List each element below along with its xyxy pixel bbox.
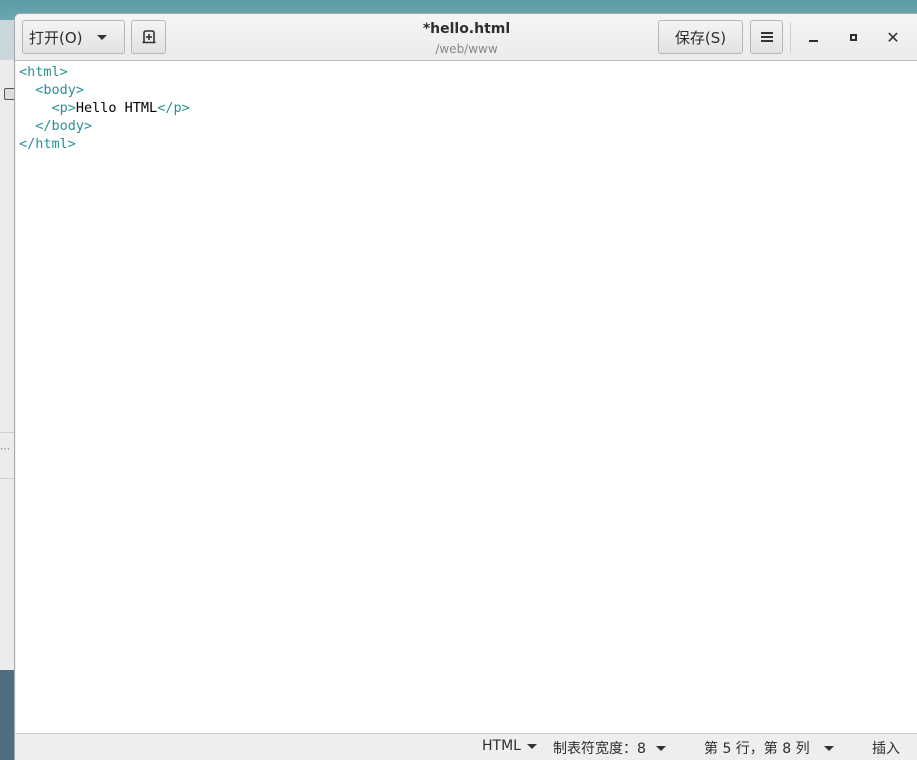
code-tag: <body>	[35, 82, 85, 98]
code-tag: </body>	[35, 118, 93, 134]
save-button[interactable]: 保存(S)	[658, 20, 743, 54]
close-button[interactable]: ✕	[882, 26, 904, 48]
chevron-down-icon	[655, 745, 666, 751]
code-tag: <p>	[51, 100, 76, 116]
minimize-icon	[808, 40, 818, 42]
minimize-button[interactable]	[802, 26, 824, 48]
code-tag: </html>	[19, 136, 76, 152]
maximize-button[interactable]	[842, 26, 864, 48]
chevron-down-icon	[823, 745, 834, 751]
code-line: </html>	[19, 135, 917, 153]
language-selector[interactable]: HTML	[482, 738, 537, 754]
language-label: HTML	[482, 738, 521, 754]
header-bar: 打开(O) *hello.html /web/www 保存(S) ✕	[15, 14, 917, 61]
code-line: <body>	[19, 81, 917, 99]
code-line: </body>	[19, 117, 917, 135]
code-text: Hello HTML	[75, 100, 158, 116]
insert-mode-indicator: 插入	[872, 738, 900, 758]
chevron-down-icon	[526, 743, 537, 749]
code-line: <p>Hello HTML</p>	[19, 99, 917, 117]
insert-mode-label: 插入	[872, 741, 900, 757]
menu-button[interactable]	[750, 20, 783, 54]
close-icon: ✕	[886, 27, 900, 47]
status-bar: HTML 制表符宽度：8 第 5 行，第 8 列 插入	[15, 733, 917, 760]
background-ellipsis-icon: ⋯	[0, 444, 10, 455]
cursor-position-label: 第 5 行，第 8 列	[704, 741, 810, 757]
text-editor-window: 打开(O) *hello.html /web/www 保存(S) ✕ <html…	[14, 13, 917, 760]
tab-width-selector[interactable]: 制表符宽度：8	[553, 738, 666, 758]
maximize-icon	[849, 33, 857, 41]
code-line: <html>	[19, 63, 917, 81]
cursor-position-selector[interactable]: 第 5 行，第 8 列	[704, 738, 834, 758]
save-button-label: 保存(S)	[674, 28, 727, 47]
hamburger-menu-icon	[760, 30, 773, 44]
tab-width-label: 制表符宽度：8	[553, 741, 646, 757]
code-tag: <html>	[19, 64, 68, 80]
header-separator	[790, 22, 791, 52]
code-tag: </p>	[157, 100, 190, 116]
text-editor-area[interactable]: <html> <body> <p>Hello HTML</p> </body> <…	[16, 61, 917, 733]
